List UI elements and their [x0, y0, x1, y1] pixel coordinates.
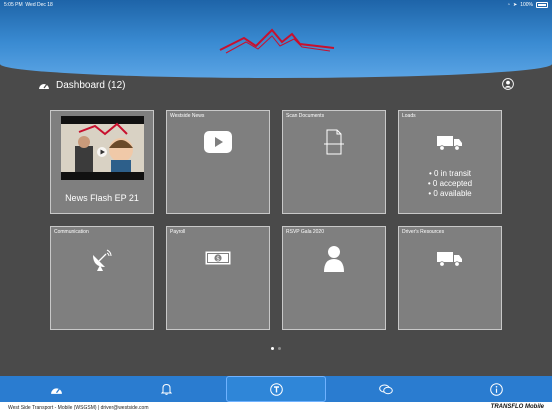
- tile-loads[interactable]: Loads • 0 in transit • 0 accepted • 0 av…: [398, 110, 502, 214]
- status-bar: 5:05 PM Wed Dec 18 ◔ ➤ 100%: [0, 0, 552, 10]
- video-thumbnail[interactable]: [61, 116, 144, 180]
- dashboard-title-row: Dashboard (12): [38, 76, 125, 94]
- dashboard-icon: [50, 387, 62, 394]
- info-icon: [489, 382, 503, 396]
- play-icon: [167, 131, 269, 153]
- chat-icon: [379, 384, 393, 394]
- wifi-icon: ◔: [506, 2, 510, 8]
- truck-icon: [399, 135, 501, 151]
- app-header: [0, 0, 552, 78]
- transflo-icon: [269, 382, 283, 396]
- page-dot-1[interactable]: [271, 347, 274, 350]
- tab-dashboard[interactable]: [40, 376, 72, 402]
- status-time-date: 5:05 PM Wed Dec 18: [4, 2, 53, 8]
- battery-percentage: 100%: [520, 2, 533, 8]
- money-icon: $: [167, 251, 269, 265]
- loads-accepted: • 0 accepted: [427, 179, 473, 188]
- loads-in-transit: • 0 in transit: [429, 169, 471, 178]
- bell-icon: [160, 383, 172, 395]
- tile-label: Loads: [402, 113, 416, 119]
- tab-transflo[interactable]: [226, 376, 326, 402]
- tile-scan-documents[interactable]: Scan Documents: [282, 110, 386, 214]
- tile-label: Driver's Resources: [402, 229, 445, 235]
- dashboard-grid: News Flash EP 21 Westside News Scan Docu…: [50, 110, 502, 330]
- video-thumbnail-image: [61, 116, 144, 180]
- tile-rsvp-gala[interactable]: RSVP Gala 2020: [282, 226, 386, 330]
- status-right: ◔ ➤ 100%: [507, 2, 548, 8]
- person-icon: [283, 245, 385, 273]
- tile-label: Scan Documents: [286, 113, 325, 119]
- tile-label: Westside News: [170, 113, 205, 119]
- tile-news-flash[interactable]: News Flash EP 21: [50, 110, 154, 214]
- tile-communication[interactable]: Communication: [50, 226, 154, 330]
- tile-label: Communication: [54, 229, 89, 235]
- svg-text:$: $: [216, 255, 220, 262]
- page-indicator: [271, 347, 281, 350]
- tab-bar: [0, 376, 552, 402]
- tile-label: Payroll: [170, 229, 186, 235]
- tile-payroll[interactable]: Payroll $: [166, 226, 270, 330]
- load-status-list: • 0 in transit • 0 accepted • 0 availabl…: [399, 169, 501, 199]
- document-icon: [283, 129, 385, 155]
- speedometer-icon: [39, 83, 49, 89]
- page-title: Dashboard (12): [56, 79, 126, 91]
- account-info: West Side Transport - Mobile (WSGSM) | d…: [8, 405, 149, 411]
- user-profile-icon[interactable]: [502, 78, 514, 90]
- truck-icon: [399, 251, 501, 267]
- news-title: News Flash EP 21: [65, 193, 139, 203]
- battery-icon: [536, 2, 548, 8]
- tab-info[interactable]: [480, 376, 512, 402]
- status-time: 5:05 PM: [4, 2, 23, 8]
- transflo-brand: TRANSFLO Mobile: [490, 404, 544, 410]
- tab-messages[interactable]: [370, 376, 402, 402]
- satellite-dish-icon: [51, 247, 153, 273]
- tile-westside-news[interactable]: Westside News: [166, 110, 270, 214]
- page-dot-2[interactable]: [278, 347, 281, 350]
- tile-label: RSVP Gala 2020: [286, 229, 324, 235]
- loads-available: • 0 available: [428, 189, 472, 198]
- app-footer: West Side Transport - Mobile (WSGSM) | d…: [0, 402, 552, 414]
- tile-drivers-resources[interactable]: Driver's Resources: [398, 226, 502, 330]
- tab-notifications[interactable]: [150, 376, 182, 402]
- location-icon: ➤: [513, 2, 518, 8]
- status-date: Wed Dec 18: [25, 2, 53, 8]
- company-logo: [219, 28, 335, 54]
